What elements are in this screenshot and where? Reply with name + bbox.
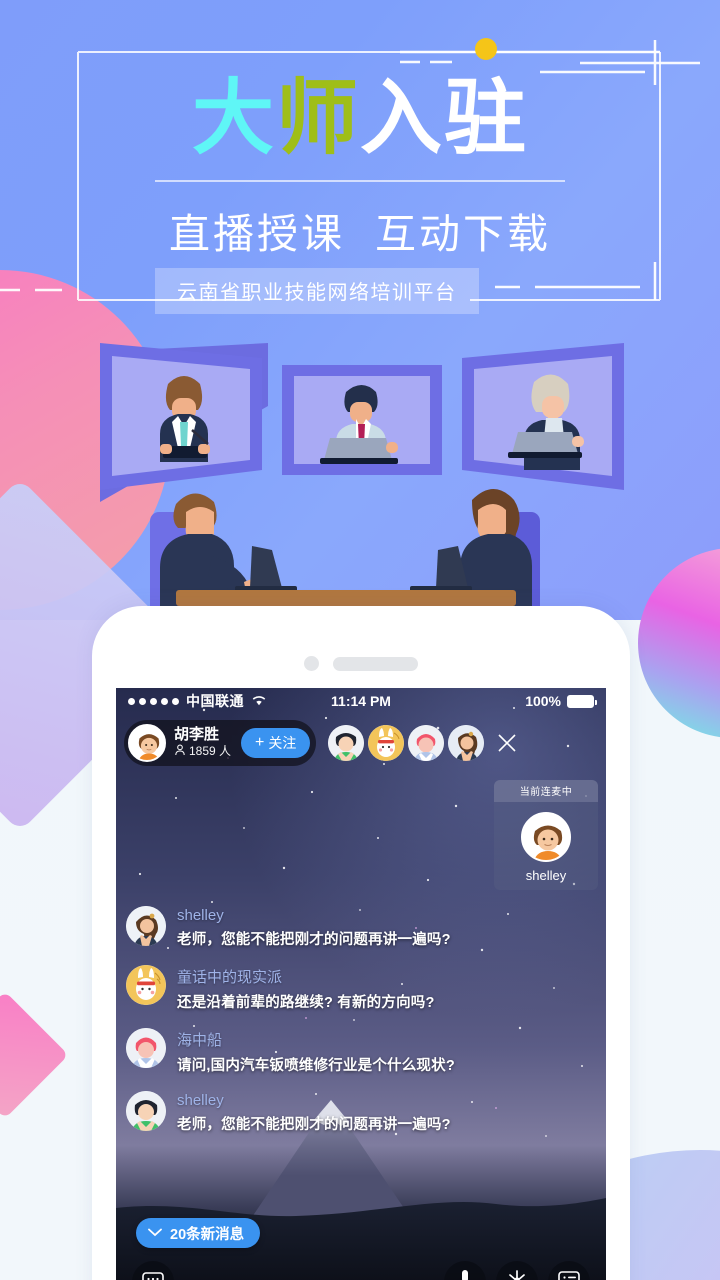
title-part-1: 大 [191, 71, 276, 166]
viewer-count-label: 1859 人 [189, 743, 232, 758]
phone-speaker-group [304, 656, 418, 671]
wifi-icon [251, 693, 267, 709]
viewer-avatar-2[interactable] [368, 725, 405, 761]
chat-avatar[interactable] [126, 965, 166, 1005]
subtitle-right: 互动下载 [375, 211, 551, 257]
microphone-icon [456, 1269, 474, 1280]
chat-message[interactable]: 海中船 请问,国内汽车钣喷维修行业是个什么现状? [126, 1028, 596, 1075]
viewer-avatar-4[interactable] [448, 725, 485, 761]
status-left: 中国联通 [128, 691, 267, 711]
follow-label: 关注 [268, 735, 297, 751]
battery-percent-label: 100% [525, 693, 561, 709]
chat-username: 童话中的现实派 [177, 969, 283, 986]
streamer-pill[interactable]: 胡李胜 1859 人 + 关注 [124, 720, 317, 766]
viewer-count: 1859 人 [174, 744, 231, 760]
chat-body: shelley 老师，您能不能把刚才的问题再讲一遍吗? [177, 1091, 451, 1134]
title-divider [155, 180, 565, 182]
chat-username: 海中船 [177, 1032, 223, 1049]
viewer-avatar-3[interactable] [408, 725, 445, 761]
phone-screen: 中国联通 11:14 PM 100% 胡李胜 1859 人 + 关注 当前连麦中… [116, 688, 606, 1280]
phone-mockup: 中国联通 11:14 PM 100% 胡李胜 1859 人 + 关注 当前连麦中… [92, 606, 630, 1280]
chat-body: 海中船 请问,国内汽车钣喷维修行业是个什么现状? [177, 1028, 455, 1075]
person-icon [174, 744, 186, 760]
list-button[interactable] [548, 1261, 590, 1280]
poster-subtitle: 直播授课 互动下载 [0, 200, 720, 260]
mic-button[interactable] [444, 1261, 486, 1280]
video-conference-illustration [100, 343, 624, 650]
chat-text: 老师，您能不能把刚才的问题再讲一遍吗? [177, 932, 451, 948]
mic-panel-avatar [521, 812, 571, 862]
chat-message-list: shelley 老师，您能不能把刚才的问题再讲一遍吗? 童话中的现实派 还是沿着… [126, 906, 596, 1134]
title-part-3: 入驻 [360, 71, 529, 166]
current-mic-panel[interactable]: 当前连麦中 shelley [494, 780, 598, 890]
chat-avatar[interactable] [126, 1028, 166, 1068]
chat-text: 还是沿着前辈的路继续? 有新的方向吗? [177, 995, 435, 1011]
gift-button[interactable] [496, 1261, 538, 1280]
keyboard-icon [142, 1271, 164, 1280]
carrier-label: 中国联通 [186, 693, 244, 709]
earpiece-grille [333, 656, 418, 671]
platform-banner: 云南省职业技能网络培训平台 [155, 268, 479, 314]
livestream-header: 胡李胜 1859 人 + 关注 [124, 720, 598, 766]
new-messages-label: 20条新消息 [170, 1226, 245, 1243]
poster-page: 大师入驻 直播授课 互动下载 云南省职业技能网络培训平台 中国联通 11:14 … [0, 0, 720, 1280]
close-icon[interactable] [495, 731, 519, 755]
streamer-info: 胡李胜 1859 人 [174, 726, 231, 759]
chat-body: shelley 老师，您能不能把刚才的问题再讲一遍吗? [177, 906, 451, 949]
chat-body: 童话中的现实派 还是沿着前辈的路继续? 有新的方向吗? [177, 965, 435, 1012]
signal-dots-icon [128, 697, 179, 705]
viewer-avatar-list [328, 725, 519, 761]
mic-panel-name: shelley [525, 868, 567, 883]
title-part-2: 师 [275, 71, 360, 166]
chat-message[interactable]: shelley 老师，您能不能把刚才的问题再讲一遍吗? [126, 906, 596, 949]
follow-button[interactable]: + 关注 [241, 728, 311, 758]
poster-title: 大师入驻 [0, 78, 720, 160]
decor-yellow-dot [475, 38, 497, 60]
list-icon [558, 1270, 580, 1280]
chat-avatar[interactable] [126, 1091, 166, 1131]
chat-message[interactable]: 童话中的现实派 还是沿着前辈的路继续? 有新的方向吗? [126, 965, 596, 1012]
mic-panel-title: 当前连麦中 [494, 780, 598, 802]
viewer-avatar-1[interactable] [328, 725, 365, 761]
status-right: 100% [525, 693, 597, 709]
battery-icon [567, 694, 597, 708]
chat-text: 老师，您能不能把刚才的问题再讲一遍吗? [177, 1117, 451, 1133]
chat-username: shelley [177, 1092, 224, 1109]
chevron-down-icon [148, 1225, 162, 1241]
subtitle-left: 直播授课 [169, 211, 345, 257]
chat-avatar[interactable] [126, 906, 166, 946]
front-camera-icon [304, 656, 319, 671]
livestream-toolbar [116, 1254, 606, 1280]
chat-message[interactable]: shelley 老师，您能不能把刚才的问题再讲一遍吗? [126, 1091, 596, 1134]
keyboard-button[interactable] [132, 1261, 174, 1280]
gift-sparkle-icon [506, 1269, 528, 1280]
streamer-name: 胡李胜 [174, 726, 220, 744]
chat-username: shelley [177, 907, 224, 924]
chat-text: 请问,国内汽车钣喷维修行业是个什么现状? [177, 1058, 455, 1074]
streamer-avatar[interactable] [128, 724, 166, 762]
new-messages-button[interactable]: 20条新消息 [136, 1218, 261, 1248]
hero-block: 大师入驻 直播授课 互动下载 [0, 78, 720, 260]
status-bar: 中国联通 11:14 PM 100% [116, 688, 606, 714]
plus-icon: + [255, 734, 265, 751]
